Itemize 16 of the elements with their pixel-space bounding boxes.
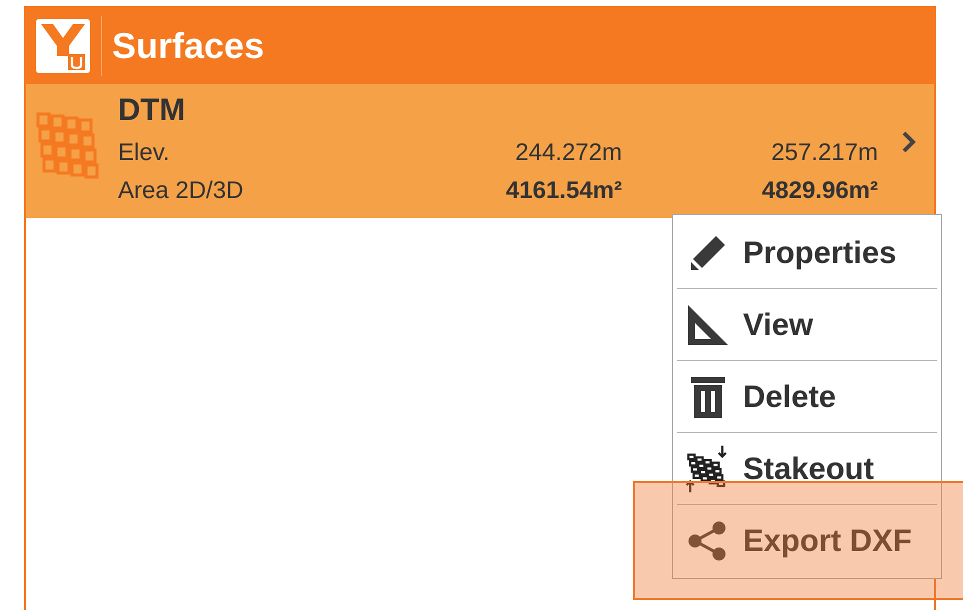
screen-title: Surfaces	[112, 25, 264, 67]
menu-item[interactable]: Stakeout	[677, 432, 937, 504]
chevron-right-icon	[902, 131, 916, 153]
menu-item[interactable]: View	[677, 288, 937, 360]
menu-item[interactable]: Properties	[677, 217, 937, 288]
surface-name: DTM	[118, 92, 186, 128]
elevation-min: 244.272m	[514, 138, 622, 168]
menu-item[interactable]: Export DXF	[677, 504, 937, 576]
elevation-max: 257.217m	[770, 138, 878, 168]
area-label: Area 2D/3D	[118, 176, 244, 206]
elevation-label: Elev.	[118, 138, 171, 168]
app-logo-icon	[35, 18, 91, 74]
menu-item[interactable]: Delete	[677, 360, 937, 432]
surface-row[interactable]: DTM Elev. 244.272m 257.217m Area 2D/3D 4161.54m² 4829.96m²	[26, 84, 934, 218]
area-3d-value: 4829.96m²	[760, 176, 878, 206]
area-2d-value: 4161.54m²	[504, 176, 622, 206]
